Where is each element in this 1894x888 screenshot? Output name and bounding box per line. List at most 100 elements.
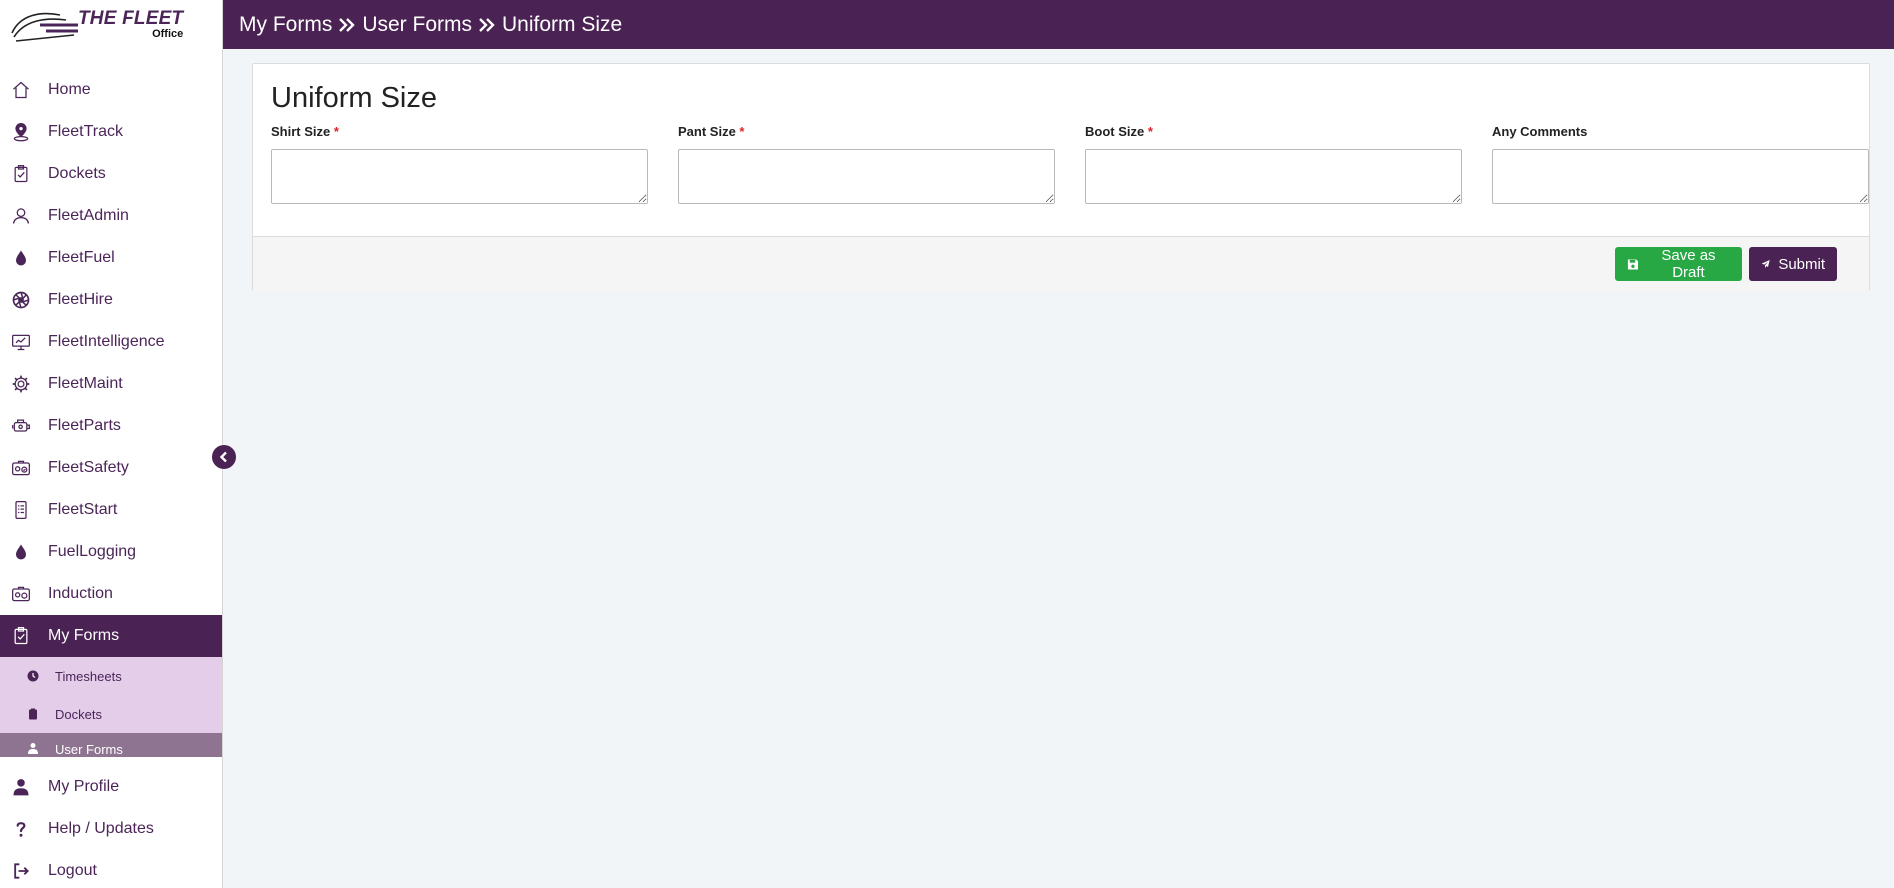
breadcrumb-item-uniform-size: Uniform Size: [502, 12, 623, 36]
boot-size-label: Boot Size: [1085, 124, 1145, 139]
required-mark: *: [333, 124, 339, 139]
sidebar-item-label: Logout: [48, 862, 97, 879]
any-comments-input[interactable]: [1492, 149, 1869, 204]
sidebar-item-fleetparts[interactable]: FleetParts: [0, 405, 222, 447]
person-icon: [28, 743, 38, 754]
clock-icon: [27, 670, 39, 682]
sidebar-item-label: Help / Updates: [48, 820, 154, 837]
sidebar-item-fleetmaint[interactable]: FleetMaint: [0, 363, 222, 405]
boot-size-input[interactable]: [1085, 149, 1462, 204]
id-card-icon: [12, 586, 30, 602]
sidebar-item-label: FleetTrack: [48, 123, 123, 140]
sidebar-item-label: FuelLogging: [48, 543, 137, 560]
save-as-draft-button[interactable]: Save as Draft: [1615, 247, 1742, 281]
sidebar: THE FLEET Office Home FleetTrack Dockets…: [0, 0, 223, 888]
sidebar-item-fleethire[interactable]: FleetHire: [0, 279, 222, 321]
submit-label: Submit: [1778, 255, 1825, 273]
shirt-size-input[interactable]: [271, 149, 648, 204]
sidebar-item-fleetsafety[interactable]: FleetSafety: [0, 447, 222, 489]
double-chevron-right-icon: [479, 17, 495, 32]
home-icon: [13, 81, 29, 99]
clipboard-icon: [29, 708, 37, 720]
sidebar-item-fleetstart[interactable]: FleetStart: [0, 489, 222, 531]
person-icon: [13, 779, 29, 796]
submit-button[interactable]: Submit: [1749, 247, 1837, 281]
save-as-draft-label: Save as Draft: [1661, 247, 1716, 281]
submenu-item-dockets[interactable]: Dockets: [0, 695, 222, 733]
double-chevron-right-icon: [339, 17, 356, 32]
logo-subtitle: Office: [152, 27, 184, 40]
sidebar-item-fuellogging[interactable]: FuelLogging: [0, 531, 222, 573]
sidebar-item-label: FleetIntelligence: [48, 333, 165, 350]
user-icon: [12, 208, 30, 224]
pant-size-field: Pant Size *: [678, 124, 1055, 209]
form-actions: Save as Draft Submit: [253, 236, 1869, 291]
app-logo[interactable]: THE FLEET Office: [0, 0, 222, 49]
submenu-item-label: Dockets: [55, 706, 102, 722]
required-mark: *: [739, 124, 745, 139]
sidebar-item-label: FleetHire: [48, 291, 113, 308]
drop-icon: [16, 250, 26, 266]
logout-icon: [14, 863, 29, 879]
floppy-disk-icon: [1627, 258, 1638, 270]
badge-check-icon: [12, 460, 30, 476]
sidebar-item-label: FleetSafety: [48, 459, 129, 476]
chevron-left-icon: [219, 451, 227, 463]
phone-checklist-icon: [15, 501, 27, 519]
engine-icon: [12, 419, 30, 432]
clipboard-check-icon: [14, 627, 28, 645]
sidebar-item-logout[interactable]: Logout: [0, 850, 222, 888]
sidebar-item-label: FleetMaint: [48, 375, 123, 392]
sidebar-item-dockets[interactable]: Dockets: [0, 153, 222, 195]
sidebar-item-label: Home: [48, 81, 91, 98]
sidebar-item-label: FleetAdmin: [48, 207, 129, 224]
aperture-icon: [12, 291, 30, 309]
submenu-item-timesheets[interactable]: Timesheets: [0, 657, 222, 695]
drop-icon: [16, 544, 26, 560]
submenu-item-user-forms[interactable]: User Forms: [0, 733, 222, 757]
shirt-size-label: Shirt Size: [271, 124, 331, 139]
sidebar-item-fleetfuel[interactable]: FleetFuel: [0, 237, 222, 279]
sidebar-item-home[interactable]: Home: [0, 69, 222, 111]
map-pin-icon: [13, 123, 29, 142]
sidebar-item-label: FleetParts: [48, 417, 121, 434]
question-icon: [16, 822, 26, 837]
sidebar-item-label: My Forms: [48, 627, 120, 644]
required-mark: *: [1147, 124, 1153, 139]
sidebar-item-label: Dockets: [48, 165, 106, 182]
paper-plane-icon: [1761, 260, 1770, 268]
monitor-chart-icon: [12, 334, 30, 351]
sidebar-item-my-forms[interactable]: My Forms: [0, 615, 222, 657]
breadcrumb-item-user-forms[interactable]: User Forms: [362, 13, 472, 37]
submenu-item-label: Timesheets: [55, 668, 122, 684]
shirt-size-field: Shirt Size *: [271, 124, 648, 209]
pant-size-input[interactable]: [678, 149, 1055, 204]
clipboard-check-icon: [14, 165, 28, 183]
form-title: Uniform Size: [271, 82, 437, 114]
truck-lines-icon: [11, 12, 78, 42]
sidebar-item-induction[interactable]: Induction: [0, 573, 222, 615]
my-forms-submenu: Timesheets Dockets User Forms: [0, 657, 222, 757]
sidebar-item-fleetadmin[interactable]: FleetAdmin: [0, 195, 222, 237]
sidebar-item-label: FleetStart: [48, 501, 118, 518]
logo-title: THE FLEET: [78, 7, 184, 29]
boot-size-field: Boot Size *: [1085, 124, 1462, 209]
pant-size-label: Pant Size: [678, 124, 736, 139]
gear-icon: [12, 375, 30, 393]
sidebar-item-label: FleetFuel: [48, 249, 115, 266]
breadcrumb: My Forms User Forms Uniform Size: [223, 0, 1894, 49]
sidebar-item-fleettrack[interactable]: FleetTrack: [0, 111, 222, 153]
sidebar-item-label: Induction: [48, 585, 113, 602]
sidebar-nav: Home FleetTrack Dockets FleetAdmin Fleet…: [0, 69, 222, 657]
sidebar-bottom-nav: My Profile Help / Updates Logout: [0, 766, 222, 888]
uniform-size-form: Uniform Size Shirt Size * Pant Size * Bo…: [252, 63, 1870, 291]
sidebar-item-help-updates[interactable]: Help / Updates: [0, 808, 222, 850]
breadcrumb-item-my-forms[interactable]: My Forms: [239, 13, 332, 37]
any-comments-label: Any Comments: [1492, 124, 1588, 139]
sidebar-item-my-profile[interactable]: My Profile: [0, 766, 222, 808]
sidebar-item-fleetintelligence[interactable]: FleetIntelligence: [0, 321, 222, 363]
submenu-item-label: User Forms: [55, 742, 123, 757]
sidebar-collapse-button[interactable]: [212, 445, 236, 469]
any-comments-field: Any Comments: [1492, 124, 1869, 209]
sidebar-item-label: My Profile: [48, 778, 120, 795]
